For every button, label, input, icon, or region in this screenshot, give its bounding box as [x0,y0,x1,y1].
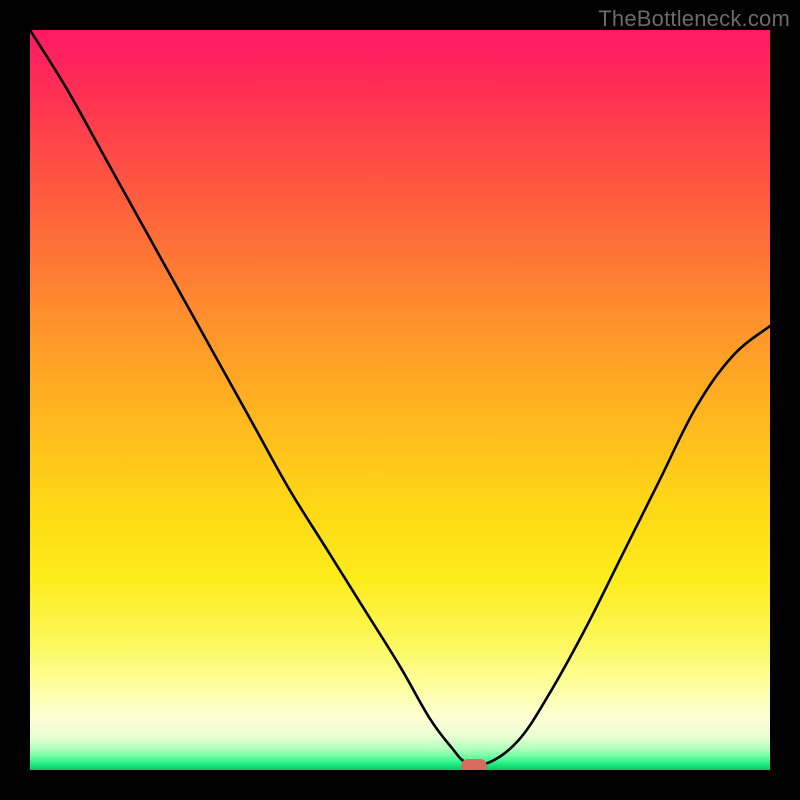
optimal-marker [461,759,487,770]
chart-frame: TheBottleneck.com [0,0,800,800]
plot-area [30,30,770,770]
bottleneck-curve [30,30,770,770]
attribution-text: TheBottleneck.com [598,6,790,32]
